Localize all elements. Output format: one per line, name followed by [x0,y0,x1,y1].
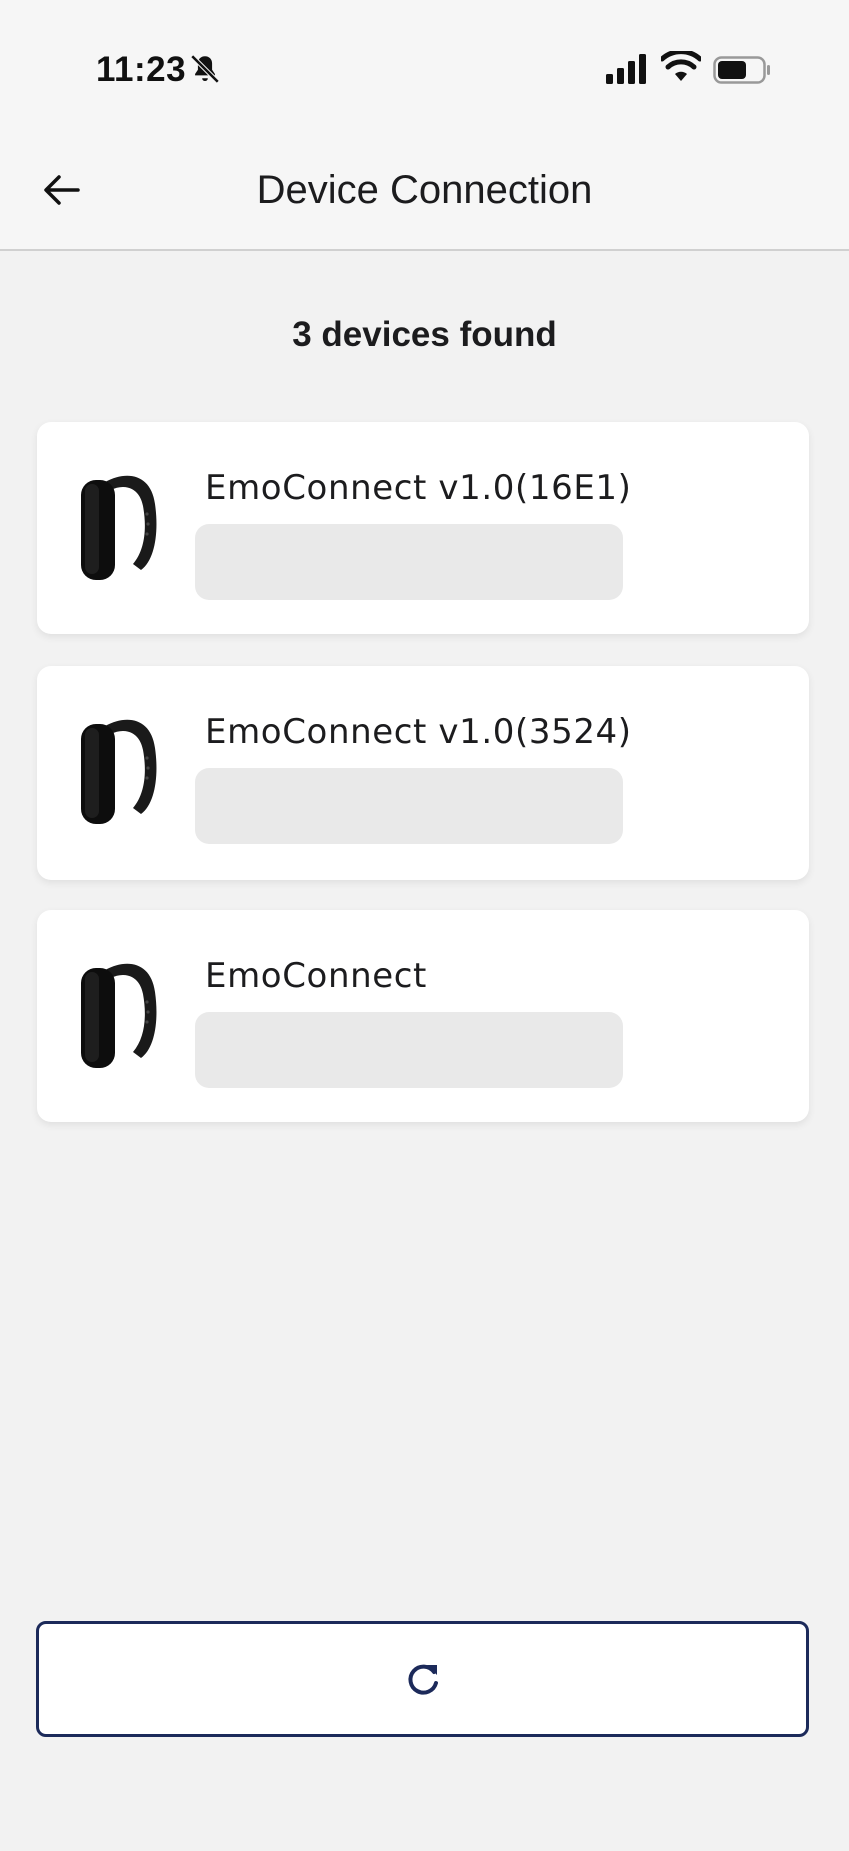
refresh-icon [407,1664,438,1695]
device-card[interactable]: EmoConnect v1.0(3524) [37,666,809,880]
device-list: EmoConnect v1.0(16E1) EmoConnect v1.0(35… [37,422,809,1154]
device-detail-placeholder [195,524,623,600]
wristband-icon [81,475,157,580]
wifi-icon [661,51,701,81]
refresh-button[interactable] [36,1621,809,1737]
device-connection-screen: 11:23 Device Connection 3 devices found … [0,0,849,1851]
signal-icon [606,54,646,84]
device-name: EmoConnect v1.0(3524) [205,712,632,752]
device-card[interactable]: EmoConnect v1.0(16E1) [37,422,809,634]
device-name: EmoConnect v1.0(16E1) [205,468,632,508]
top-bar: 11:23 Device Connection [0,0,849,251]
device-name: EmoConnect [205,956,427,996]
device-detail-placeholder [195,1012,623,1088]
bell-slash-icon [190,54,220,84]
status-bar: 11:23 [0,0,849,130]
device-card[interactable]: EmoConnect [37,910,809,1122]
wristband-icon [81,963,157,1068]
page-title: Device Connection [256,168,593,212]
devices-found-count: 3 devices found [292,315,557,354]
wristband-icon [81,719,157,824]
device-detail-placeholder [195,768,623,844]
battery-icon [713,56,770,84]
status-time: 11:23 [96,50,187,89]
